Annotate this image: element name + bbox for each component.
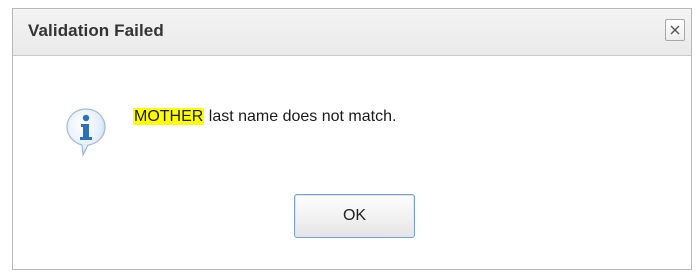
info-icon [66, 108, 106, 158]
dialog-title: Validation Failed [28, 21, 164, 40]
ok-button[interactable]: OK [294, 194, 415, 238]
close-icon [670, 25, 680, 35]
dialog-body: MOTHER last name does not match. OK [13, 56, 691, 269]
dialog-message: MOTHER last name does not match. [133, 108, 396, 126]
message-text: last name does not match. [204, 108, 397, 125]
message-highlight: MOTHER [133, 108, 205, 125]
close-button[interactable] [665, 19, 685, 41]
dialog-titlebar[interactable]: Validation Failed [13, 9, 691, 56]
validation-dialog: Validation Failed MOTHER last name does … [12, 8, 692, 270]
